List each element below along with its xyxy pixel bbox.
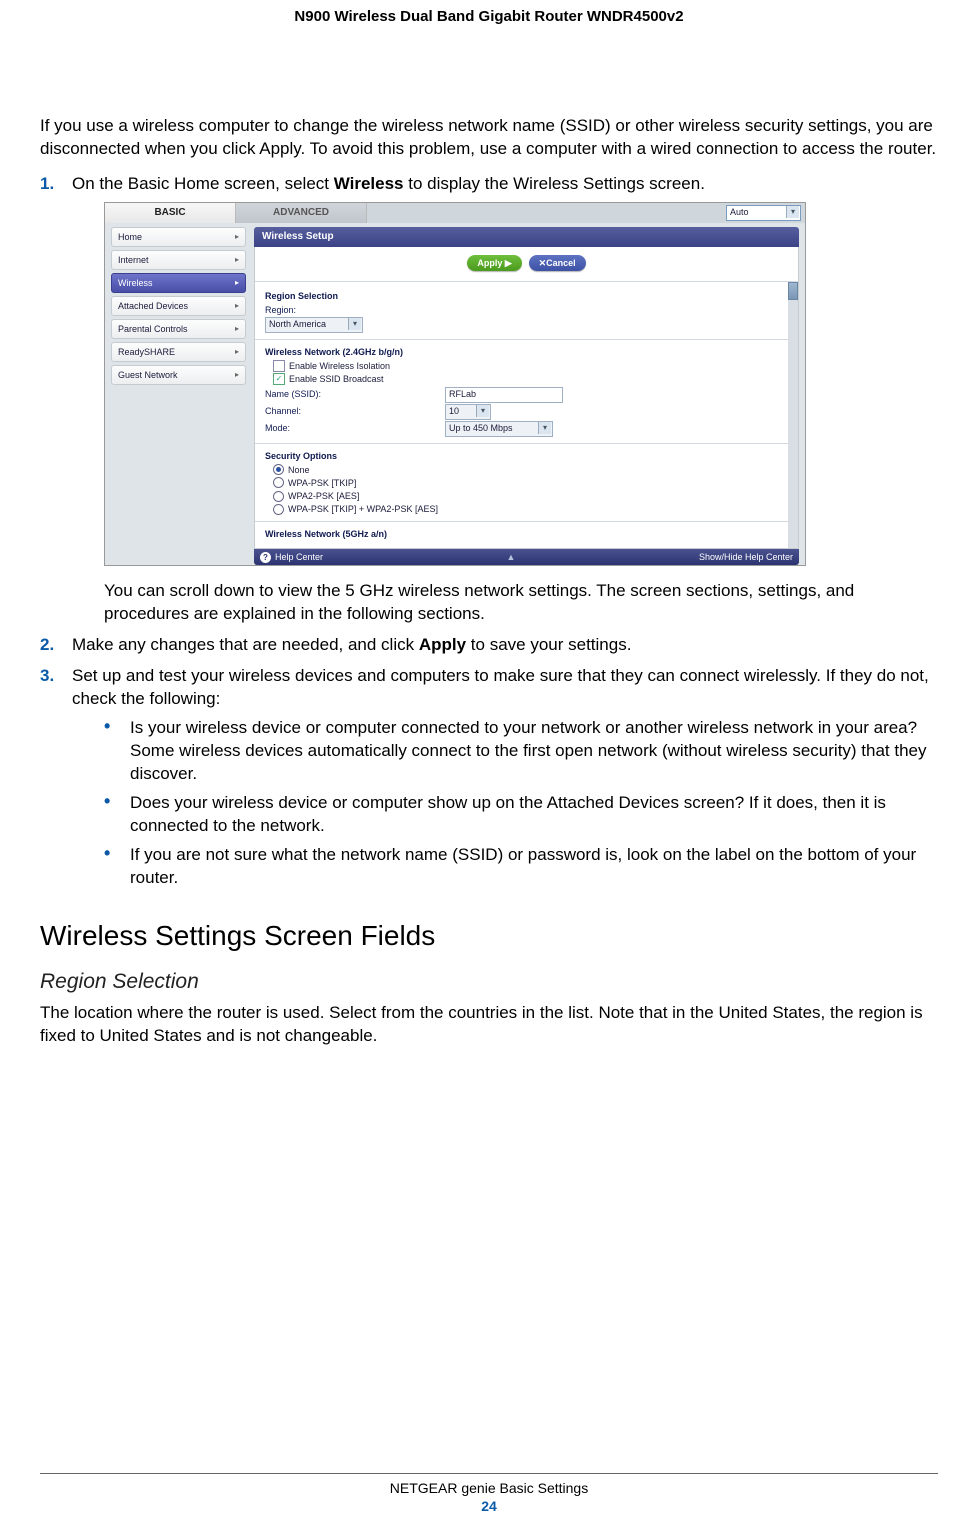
- region-paragraph: The location where the router is used. S…: [40, 1002, 938, 1048]
- footer-title: NETGEAR genie Basic Settings: [0, 1480, 978, 1496]
- step-2-pre: Make any changes that are needed, and cl…: [72, 635, 419, 654]
- step-1-note: You can scroll down to view the 5 GHz wi…: [72, 580, 938, 626]
- sidebar-item-internet[interactable]: Internet: [111, 250, 246, 270]
- mode-label: Mode:: [265, 422, 445, 434]
- page-header-title: N900 Wireless Dual Band Gigabit Router W…: [40, 0, 938, 55]
- step-3: Set up and test your wireless devices an…: [40, 665, 938, 889]
- broadcast-checkbox[interactable]: ✓: [273, 373, 285, 385]
- channel-select[interactable]: 10: [445, 404, 491, 420]
- isolation-label: Enable Wireless Isolation: [289, 360, 390, 372]
- radio-both[interactable]: [273, 504, 284, 515]
- region-section-title: Region Selection: [265, 290, 778, 302]
- radio-tkip-label: WPA-PSK [TKIP]: [288, 477, 356, 489]
- sidebar: Home Internet Wireless Attached Devices …: [105, 223, 250, 566]
- radio-aes-label: WPA2-PSK [AES]: [288, 490, 359, 502]
- isolation-checkbox[interactable]: [273, 360, 285, 372]
- help-icon: ?: [260, 552, 271, 563]
- step-2: Make any changes that are needed, and cl…: [40, 634, 938, 657]
- step-1-pre: On the Basic Home screen, select: [72, 174, 334, 193]
- radio-none-label: None: [288, 464, 310, 476]
- help-label: Help Center: [275, 549, 323, 565]
- subsection-heading: Region Selection: [40, 970, 938, 994]
- language-select[interactable]: Auto: [726, 205, 801, 221]
- help-bar[interactable]: ? Help Center ▲ Show/Hide Help Center: [254, 549, 799, 565]
- radio-tkip[interactable]: [273, 477, 284, 488]
- step-1-post: to display the Wireless Settings screen.: [404, 174, 705, 193]
- sidebar-item-guest[interactable]: Guest Network: [111, 365, 246, 385]
- apply-button[interactable]: Apply ▶: [467, 255, 521, 271]
- sidebar-item-attached[interactable]: Attached Devices: [111, 296, 246, 316]
- channel-label: Channel:: [265, 405, 445, 417]
- step-3-text: Set up and test your wireless devices an…: [72, 666, 929, 708]
- sidebar-item-wireless[interactable]: Wireless: [111, 273, 246, 293]
- step-2-post: to save your settings.: [466, 635, 631, 654]
- broadcast-label: Enable SSID Broadcast: [289, 373, 384, 385]
- chevron-up-icon: ▲: [507, 552, 516, 562]
- ssid-label: Name (SSID):: [265, 388, 445, 400]
- cancel-button[interactable]: ✕Cancel: [529, 255, 586, 271]
- tab-basic[interactable]: BASIC: [105, 203, 236, 223]
- bullet-1: Is your wireless device or computer conn…: [104, 717, 938, 786]
- step-1: On the Basic Home screen, select Wireles…: [40, 173, 938, 626]
- step-2-bold: Apply: [419, 635, 466, 654]
- router-ui-screenshot: BASIC ADVANCED Auto Home Internet Wirele…: [104, 202, 806, 567]
- mode-select[interactable]: Up to 450 Mbps: [445, 421, 553, 437]
- band-5-title: Wireless Network (5GHz a/n): [265, 528, 778, 540]
- region-label: Region:: [265, 304, 445, 316]
- help-toggle-label[interactable]: Show/Hide Help Center: [699, 549, 793, 565]
- security-title: Security Options: [265, 450, 778, 462]
- region-select[interactable]: North America: [265, 317, 363, 333]
- page-footer: NETGEAR genie Basic Settings 24: [0, 1473, 978, 1514]
- sidebar-item-readyshare[interactable]: ReadySHARE: [111, 342, 246, 362]
- bullet-2: Does your wireless device or computer sh…: [104, 792, 938, 838]
- radio-aes[interactable]: [273, 491, 284, 502]
- sidebar-item-parental[interactable]: Parental Controls: [111, 319, 246, 339]
- tab-advanced[interactable]: ADVANCED: [236, 203, 367, 223]
- intro-paragraph: If you use a wireless computer to change…: [40, 115, 938, 161]
- radio-both-label: WPA-PSK [TKIP] + WPA2-PSK [AES]: [288, 503, 438, 515]
- section-heading: Wireless Settings Screen Fields: [40, 920, 938, 952]
- footer-page-number: 24: [0, 1498, 978, 1514]
- step-1-bold: Wireless: [334, 174, 404, 193]
- panel-title: Wireless Setup: [254, 227, 799, 247]
- band-24-title: Wireless Network (2.4GHz b/g/n): [265, 346, 778, 358]
- radio-none[interactable]: [273, 464, 284, 475]
- ssid-input[interactable]: RFLab: [445, 387, 563, 403]
- sidebar-item-home[interactable]: Home: [111, 227, 246, 247]
- bullet-3: If you are not sure what the network nam…: [104, 844, 938, 890]
